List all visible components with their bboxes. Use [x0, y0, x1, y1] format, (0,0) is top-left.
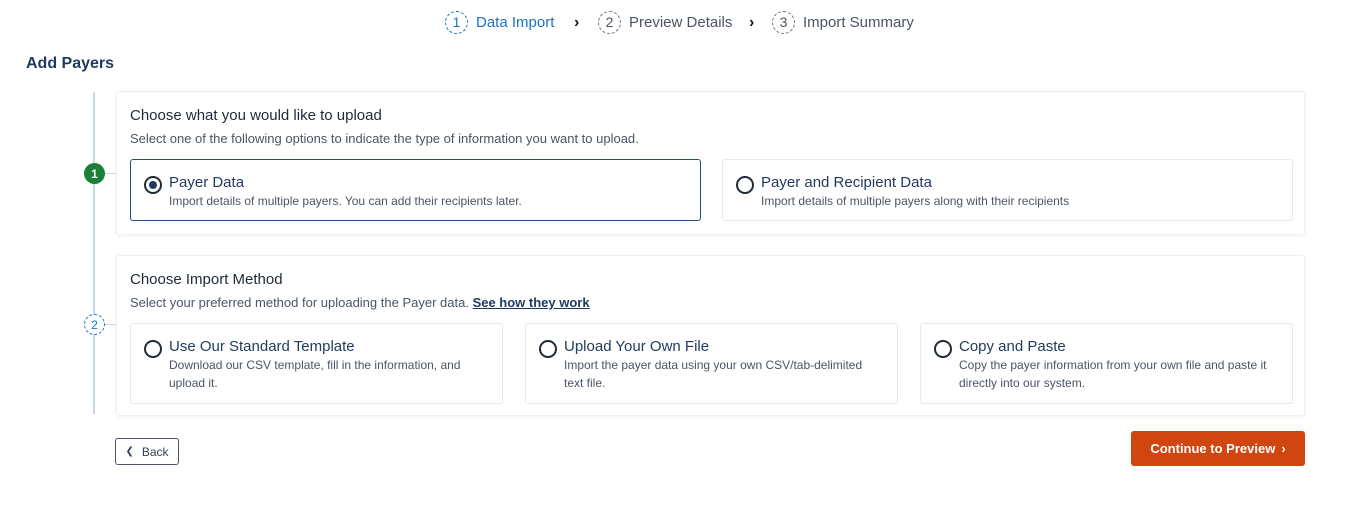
continue-to-preview-button[interactable]: Continue to Preview ›	[1131, 431, 1305, 466]
section-title: Choose Import Method	[130, 271, 283, 288]
radio-button[interactable]	[144, 340, 162, 358]
option-title: Upload Your Own File	[564, 338, 710, 355]
step-number: 3	[772, 10, 795, 34]
chevron-right-icon: ›	[1281, 441, 1286, 456]
step-marker-complete: 1	[84, 163, 105, 184]
step-label: Preview Details	[629, 13, 733, 31]
option-upload-own-file[interactable]: Upload Your Own File Import the payer da…	[525, 323, 898, 404]
option-description: Copy the payer information from your own…	[959, 358, 1267, 390]
step-preview-details[interactable]: 2 Preview Details	[598, 10, 732, 34]
step-label: Import Summary	[803, 13, 914, 31]
option-title: Payer Data	[169, 174, 245, 191]
radio-button[interactable]	[934, 340, 952, 358]
upload-type-card: Choose what you would like to upload Sel…	[116, 91, 1305, 235]
option-description: Import the payer data using your own CSV…	[564, 358, 863, 390]
back-button-label: Back	[141, 444, 169, 459]
chevron-right-icon: ›	[574, 14, 580, 31]
back-button[interactable]: ❮ Back	[115, 438, 179, 465]
radio-button[interactable]	[736, 176, 754, 194]
timeline-line	[93, 92, 95, 414]
option-description: Download our CSV template, fill in the i…	[169, 358, 461, 390]
radio-button[interactable]	[539, 340, 557, 358]
continue-button-label: Continue to Preview	[1150, 441, 1276, 456]
step-number: 1	[445, 10, 468, 34]
step-marker-pending: 2	[84, 314, 105, 335]
see-how-they-work-link[interactable]: See how they work	[473, 295, 590, 310]
step-label: Data Import	[476, 13, 555, 31]
chevron-left-icon: ❮	[125, 446, 134, 457]
step-data-import[interactable]: 1 Data Import	[445, 10, 554, 34]
step-number: 2	[598, 10, 621, 34]
option-payer-recipient-data[interactable]: Payer and Recipient Data Import details …	[722, 159, 1293, 221]
step-import-summary[interactable]: 3 Import Summary	[772, 10, 914, 34]
page-title: Add Payers	[26, 55, 115, 72]
progress-stepper: 1 Data Import › 2 Preview Details › 3 Im…	[0, 10, 1366, 36]
option-title: Payer and Recipient Data	[761, 174, 932, 191]
radio-button-checked[interactable]	[144, 176, 162, 194]
section-subtitle: Select your preferred method for uploadi…	[130, 295, 590, 310]
timeline-connector	[104, 173, 116, 174]
chevron-right-icon: ›	[749, 14, 755, 31]
import-method-card: Choose Import Method Select your preferr…	[116, 255, 1305, 416]
option-title: Use Our Standard Template	[169, 338, 355, 355]
option-description: Import details of multiple payers along …	[761, 194, 1070, 208]
timeline-connector	[104, 324, 116, 325]
section-title: Choose what you would like to upload	[130, 107, 382, 124]
section-subtitle: Select one of the following options to i…	[130, 131, 639, 146]
option-payer-data[interactable]: Payer Data Import details of multiple pa…	[130, 159, 701, 221]
section-subtitle-text: Select your preferred method for uploadi…	[130, 295, 469, 310]
option-description: Import details of multiple payers. You c…	[169, 194, 522, 208]
option-standard-template[interactable]: Use Our Standard Template Download our C…	[130, 323, 503, 404]
option-title: Copy and Paste	[959, 338, 1066, 355]
option-copy-paste[interactable]: Copy and Paste Copy the payer informatio…	[920, 323, 1293, 404]
